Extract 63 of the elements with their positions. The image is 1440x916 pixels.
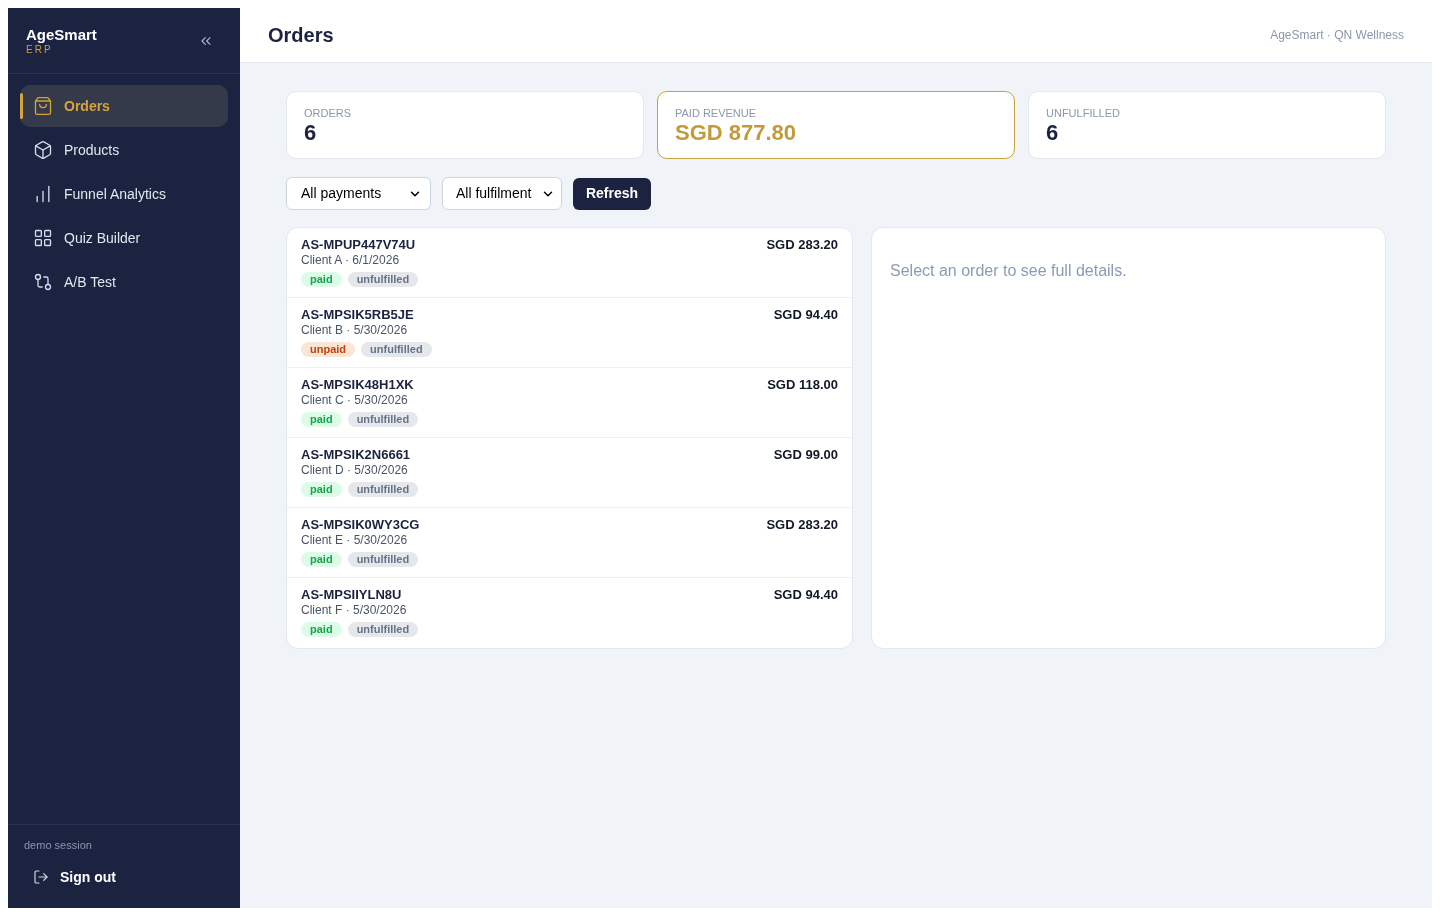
order-id: AS-MPSIIYLN8U: [301, 587, 402, 603]
nav-item[interactable]: Orders: [20, 85, 228, 127]
payment-badge: unpaid: [301, 342, 356, 357]
nav-item[interactable]: Products: [20, 129, 228, 171]
detail-placeholder-text: Select an order to see full details.: [890, 261, 1127, 281]
brand-subtitle: ERP: [26, 43, 53, 56]
order-row[interactable]: AS-MPSIIYLN8U Client F · 5/30/2026 paid unfulfilled SGD 94.40: [287, 578, 852, 648]
order-row[interactable]: AS-MPSIK48H1XK Client C · 5/30/2026 paid unfulfilled SGD 118.00: [287, 368, 852, 438]
payment-badge: paid: [301, 622, 342, 637]
order-amount: SGD 283.20: [766, 237, 838, 253]
stat-value: 6: [1046, 120, 1059, 146]
order-amount: SGD 94.40: [773, 587, 838, 603]
order-id: AS-MPSIK0WY3CG: [301, 517, 420, 533]
stat-label: UNFULFILLED: [1046, 107, 1120, 120]
order-meta: Client F · 5/30/2026: [301, 603, 407, 617]
page-title: Orders: [268, 23, 334, 47]
fulfilment-badge: unfulfilled: [347, 622, 419, 637]
order-row[interactable]: AS-MPSIK2N6661 Client D · 5/30/2026 paid unfulfilled SGD 99.00: [287, 438, 852, 508]
order-meta: Client E · 5/30/2026: [301, 533, 408, 547]
nav-item[interactable]: Quiz Builder: [20, 217, 228, 259]
shopping-bag-icon: [33, 96, 53, 116]
order-id: AS-MPSIK2N6661: [301, 447, 411, 463]
fulfilment-badge: unfulfilled: [361, 342, 432, 357]
payment-badge: paid: [301, 552, 342, 567]
fulfilment-badge: unfulfilled: [347, 272, 419, 287]
order-amount: SGD 99.00: [773, 447, 838, 463]
payment-badge: paid: [301, 482, 342, 497]
fulfilment-badge: unfulfilled: [347, 482, 419, 497]
org-label: AgeSmart · QN Wellness: [1270, 27, 1404, 44]
order-meta: Client D · 5/30/2026: [301, 463, 408, 477]
order-amount: SGD 94.40: [773, 307, 838, 323]
stat-value: 6: [304, 120, 317, 146]
order-meta: Client C · 5/30/2026: [301, 393, 408, 407]
payment-badge: paid: [301, 272, 342, 287]
order-id: AS-MPUP447V74U: [301, 237, 416, 253]
brand-name: AgeSmart: [26, 25, 97, 44]
refresh-button[interactable]: Refresh: [573, 177, 651, 210]
order-row[interactable]: AS-MPUP447V74U Client A · 6/1/2026 paid unfulfilled SGD 283.20: [287, 228, 852, 298]
order-id: AS-MPSIK5RB5JE: [301, 307, 414, 323]
order-meta: Client A · 6/1/2026: [301, 253, 400, 267]
payment-badge: paid: [301, 412, 342, 427]
fulfilment-filter[interactable]: All fulfilment: [442, 177, 562, 210]
order-amount: SGD 283.20: [766, 517, 838, 533]
order-row[interactable]: AS-MPSIK5RB5JE Client B · 5/30/2026 unpaid unfulfilled SGD 94.40: [287, 298, 852, 368]
stat-label: ORDERS: [304, 107, 352, 120]
stat-label: PAID REVENUE: [675, 107, 757, 120]
cube-icon: [33, 140, 53, 160]
order-amount: SGD 118.00: [767, 377, 838, 393]
payment-filter[interactable]: All payments: [286, 177, 431, 210]
active-indicator: [20, 93, 23, 119]
nav-item[interactable]: Funnel Analytics: [20, 173, 228, 215]
order-meta: Client B · 5/30/2026: [301, 323, 408, 337]
session-label: demo session: [24, 838, 92, 852]
nav-item[interactable]: A/B Test: [20, 261, 228, 303]
sign-out-button[interactable]: Sign out: [33, 867, 116, 887]
fulfilment-badge: unfulfilled: [347, 552, 419, 567]
order-id: AS-MPSIK48H1XK: [301, 377, 414, 393]
fulfilment-badge: unfulfilled: [347, 412, 419, 427]
grid-icon: [33, 228, 53, 248]
stat-value: SGD 877.80: [675, 120, 797, 146]
log-out-icon: [33, 869, 49, 885]
order-row[interactable]: AS-MPSIK0WY3CG Client E · 5/30/2026 paid unfulfilled SGD 283.20: [287, 508, 852, 578]
branch-compare-icon: [33, 272, 53, 292]
